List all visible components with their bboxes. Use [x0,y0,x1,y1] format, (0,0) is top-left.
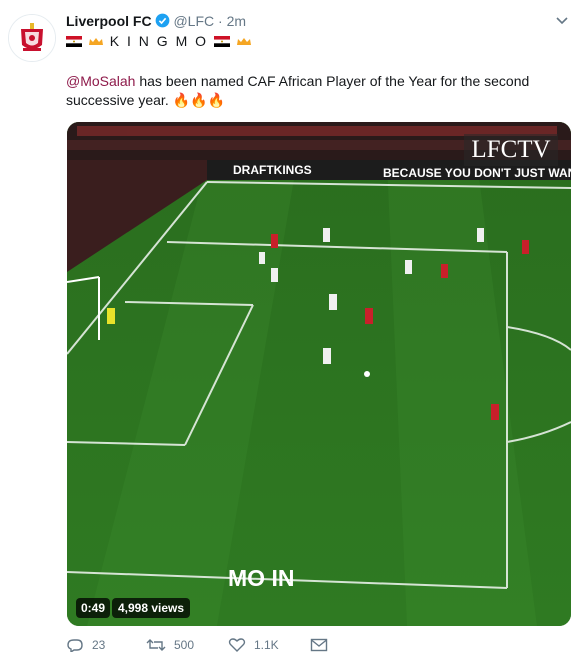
board-right-text: BECAUSE YOU DON'T JUST WAN [383,166,571,180]
video-caption: MO IN [228,565,295,591]
account-bio: K I N G M O [66,32,252,50]
chevron-down-icon[interactable] [555,14,569,28]
separator-dot: · [218,13,223,29]
account-handle[interactable]: @LFC [173,13,214,29]
account-name[interactable]: Liverpool FC [66,13,152,29]
video-view-count: 4,998 views [112,598,191,618]
reply-icon [67,639,83,652]
reply-count: 23 [92,638,106,652]
dm-button[interactable] [310,638,328,652]
video-frame: DRAFTKINGS BECAUSE YOU DON'T JUST WAN [67,122,571,626]
retweet-count: 500 [174,638,195,652]
video-player[interactable]: DRAFTKINGS BECAUSE YOU DON'T JUST WAN LF… [67,122,571,626]
mention-link[interactable]: @MoSalah [66,73,135,89]
tweet-header: Liverpool FC @LFC · 2m [66,12,246,30]
lfctv-logo: LFCTV [464,134,558,166]
tweet-body: has been named CAF African Player of the… [66,73,530,108]
egypt-flag-icon [213,36,230,47]
tweet-card: Liverpool FC @LFC · 2m K I N G M O @MoSa… [0,0,583,652]
envelope-icon [310,638,328,652]
bio-text: K I N G M O [109,33,209,49]
retweet-button[interactable]: 500 [146,638,194,652]
retweet-icon [146,639,166,651]
egypt-flag-icon [66,36,82,47]
crown-icon [236,38,251,45]
reply-button[interactable]: 23 [66,638,105,652]
fire-emoji: 🔥🔥🔥 [172,92,225,108]
crown-icon [88,38,103,45]
liverpool-crest-logo [9,15,55,61]
timestamp[interactable]: 2m [227,13,246,29]
like-button[interactable]: 1.1K [228,638,279,652]
like-count: 1.1K [254,638,279,652]
avatar[interactable] [8,14,56,62]
video-duration: 0:49 [76,598,111,618]
heart-icon [228,638,246,652]
tweet-text: @MoSalah has been named CAF African Play… [66,72,536,110]
verified-badge-icon [155,13,169,28]
board-left-text: DRAFTKINGS [233,163,312,177]
